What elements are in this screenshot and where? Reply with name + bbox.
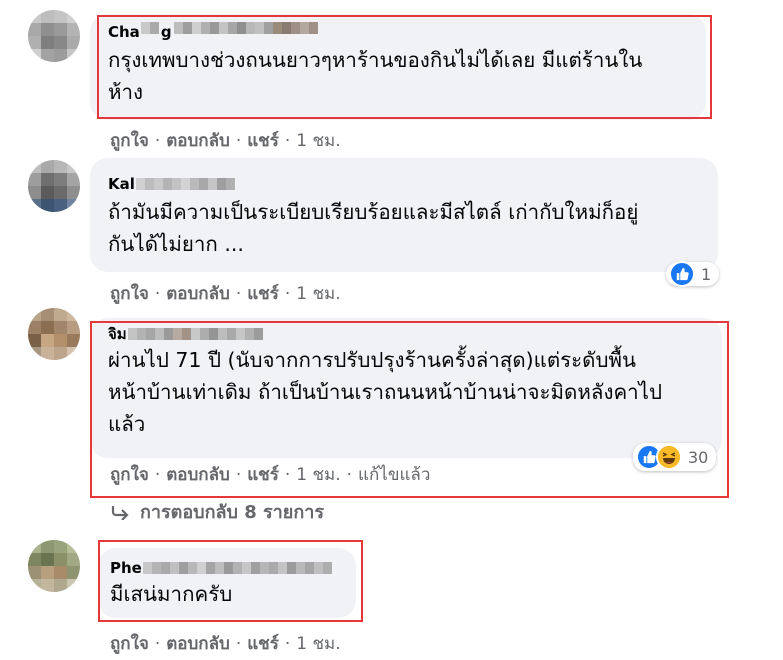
- separator: ·: [235, 283, 242, 304]
- comment-author[interactable]: Kal: [108, 174, 704, 194]
- comment-text-line: ถ้ามันมีความเป็นระเบียบเรียบร้อยและมีสไต…: [108, 200, 639, 224]
- comment-bubble: Kal ถ้ามันมีความเป็นระเบียบเรียบร้อยและม…: [90, 158, 718, 272]
- avatar[interactable]: [28, 10, 80, 62]
- author-name[interactable]: Kal: [108, 174, 135, 194]
- like-action[interactable]: ถูกใจ: [110, 280, 149, 307]
- separator: ·: [284, 633, 291, 654]
- separator: ·: [284, 283, 291, 304]
- comment-text-line: กันได้ไม่ยาก ...: [108, 232, 244, 256]
- separator: ·: [154, 283, 161, 304]
- share-action[interactable]: แชร์: [247, 127, 279, 154]
- view-replies-label[interactable]: การตอบกลับ 8 รายการ: [140, 497, 324, 526]
- comment-actions: ถูกใจ · ตอบกลับ · แชร์ · 1 ชม.: [110, 630, 341, 657]
- separator: ·: [284, 130, 291, 151]
- comment-actions: ถูกใจ · ตอบกลับ · แชร์ · 1 ชม.: [110, 127, 341, 154]
- comment-actions: ถูกใจ · ตอบกลับ · แชร์ · 1 ชม.: [110, 280, 341, 307]
- avatar[interactable]: [28, 160, 80, 212]
- separator: ·: [235, 130, 242, 151]
- separator: ·: [235, 633, 242, 654]
- view-replies-link[interactable]: การตอบกลับ 8 รายการ: [110, 497, 324, 526]
- blurred-name: [135, 178, 235, 190]
- reply-arrow-icon: [110, 504, 130, 520]
- avatar[interactable]: [28, 308, 80, 360]
- reaction-count: 1: [701, 264, 712, 284]
- share-action[interactable]: แชร์: [247, 280, 279, 307]
- highlight-box: [98, 540, 363, 622]
- timestamp[interactable]: 1 ชม.: [296, 127, 340, 154]
- reply-action[interactable]: ตอบกลับ: [166, 280, 230, 307]
- reaction-summary[interactable]: 1: [666, 261, 720, 287]
- avatar[interactable]: [28, 540, 80, 592]
- highlight-box: [90, 321, 729, 498]
- reply-action[interactable]: ตอบกลับ: [166, 630, 230, 657]
- like-icon: [669, 261, 695, 287]
- timestamp[interactable]: 1 ชม.: [296, 630, 340, 657]
- share-action[interactable]: แชร์: [247, 630, 279, 657]
- comment-text: ถ้ามันมีความเป็นระเบียบเรียบร้อยและมีสไต…: [108, 196, 704, 260]
- reply-action[interactable]: ตอบกลับ: [166, 127, 230, 154]
- highlight-box: [97, 15, 712, 119]
- timestamp[interactable]: 1 ชม.: [296, 280, 340, 307]
- like-action[interactable]: ถูกใจ: [110, 127, 149, 154]
- separator: ·: [154, 633, 161, 654]
- separator: ·: [154, 130, 161, 151]
- like-action[interactable]: ถูกใจ: [110, 630, 149, 657]
